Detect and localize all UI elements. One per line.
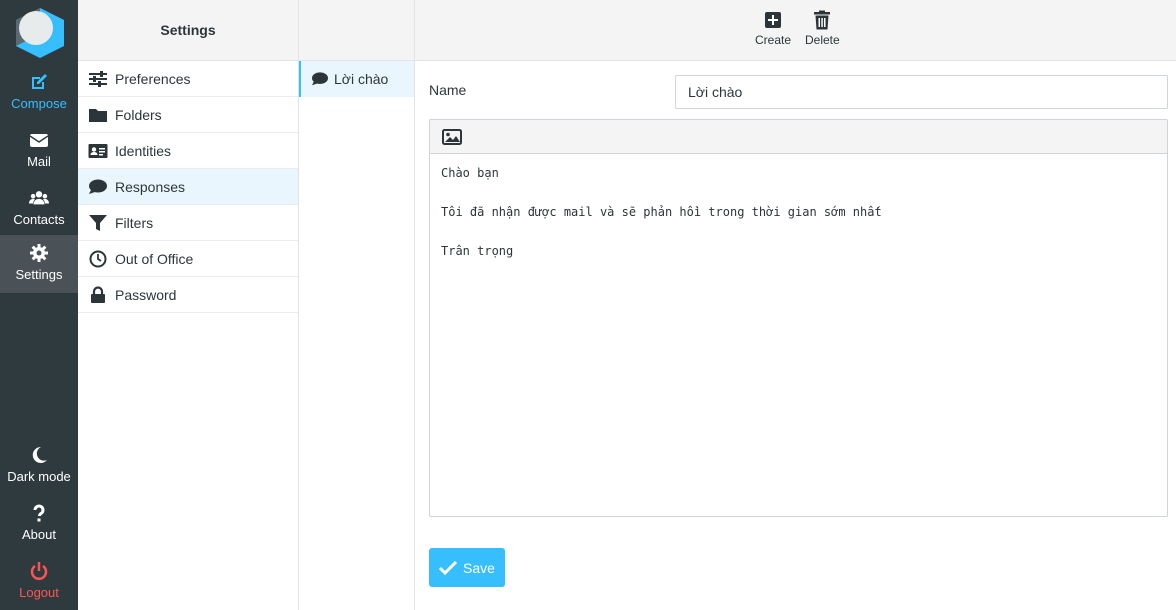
sidebar-item-label: Preferences (115, 70, 191, 87)
sliders-icon (89, 70, 107, 87)
name-input[interactable] (675, 75, 1168, 109)
create-label: Create (755, 33, 792, 47)
save-label: Save (463, 559, 495, 576)
comment-icon (312, 72, 328, 86)
image-icon[interactable] (442, 128, 462, 145)
mail-button[interactable]: Mail (0, 122, 78, 180)
sidebar-item-label: Password (115, 286, 177, 303)
sidebar-item-label: Responses (115, 178, 186, 195)
settings-title: Settings (78, 0, 298, 61)
compose-label: Compose (11, 96, 67, 111)
about-button[interactable]: About (0, 495, 78, 553)
compose-icon (32, 74, 47, 89)
sidebar-item-label: Identities (115, 142, 172, 159)
settings-button[interactable]: Settings (0, 235, 78, 293)
response-label: Lời chào (334, 71, 389, 87)
sidebar-item-out-of-office[interactable]: Out of Office (78, 241, 298, 277)
contacts-label: Contacts (13, 212, 65, 227)
responses-header (299, 0, 414, 61)
envelope-icon (29, 134, 49, 147)
plus-square-icon (765, 12, 782, 28)
delete-label: Delete (805, 33, 840, 47)
sidebar-item-identities[interactable]: Identities (78, 133, 298, 169)
response-body-text[interactable]: Chào bạn Tôi đã nhận được mail và sẽ phả… (430, 154, 1167, 272)
response-editor-pane: Create Delete Name Chào bạn Tôi đã nhận … (415, 0, 1176, 610)
logout-button[interactable]: Logout (0, 553, 78, 610)
settings-sidebar: Settings Preferences Folders Identities … (78, 0, 299, 610)
sidebar-item-preferences[interactable]: Preferences (78, 61, 298, 97)
mail-label: Mail (27, 154, 51, 169)
create-button[interactable]: Create (755, 10, 791, 47)
power-icon (30, 562, 48, 580)
dark-mode-button[interactable]: Dark mode (0, 437, 78, 495)
trash-icon (814, 10, 831, 30)
sidebar-item-label: Folders (115, 106, 162, 123)
main-navigation: Compose Mail Contacts Settings Dark mode… (0, 0, 78, 610)
clock-icon (89, 250, 107, 267)
dark-mode-label: Dark mode (7, 469, 71, 484)
save-button[interactable]: Save (429, 548, 505, 587)
responses-list: Lời chào (299, 0, 415, 610)
comment-icon (89, 179, 107, 194)
logout-label: Logout (19, 585, 59, 600)
filter-icon (89, 214, 107, 231)
editor-toolbar (430, 120, 1167, 154)
compose-button[interactable]: Compose (0, 64, 78, 122)
sidebar-item-responses[interactable]: Responses (78, 169, 298, 205)
toolbar: Create Delete (415, 0, 1176, 61)
about-label: About (22, 527, 56, 542)
question-icon (33, 504, 45, 522)
lock-icon (91, 285, 105, 303)
list-item[interactable]: Lời chào (299, 61, 414, 97)
check-icon (439, 560, 458, 575)
sidebar-item-folders[interactable]: Folders (78, 97, 298, 133)
contacts-button[interactable]: Contacts (0, 180, 78, 238)
sidebar-item-password[interactable]: Password (78, 277, 298, 313)
sidebar-item-label: Out of Office (115, 250, 194, 267)
app-logo[interactable] (14, 6, 66, 58)
moon-icon (32, 446, 47, 463)
response-body-editor[interactable]: Chào bạn Tôi đã nhận được mail và sẽ phả… (429, 119, 1168, 517)
gear-icon (30, 244, 48, 262)
id-card-icon (88, 143, 108, 158)
folder-icon (89, 108, 107, 122)
sidebar-item-filters[interactable]: Filters (78, 205, 298, 241)
name-label: Name (429, 82, 467, 98)
delete-button[interactable]: Delete (805, 10, 840, 47)
users-icon (29, 191, 49, 205)
settings-label: Settings (15, 267, 63, 282)
sidebar-item-label: Filters (115, 214, 154, 231)
